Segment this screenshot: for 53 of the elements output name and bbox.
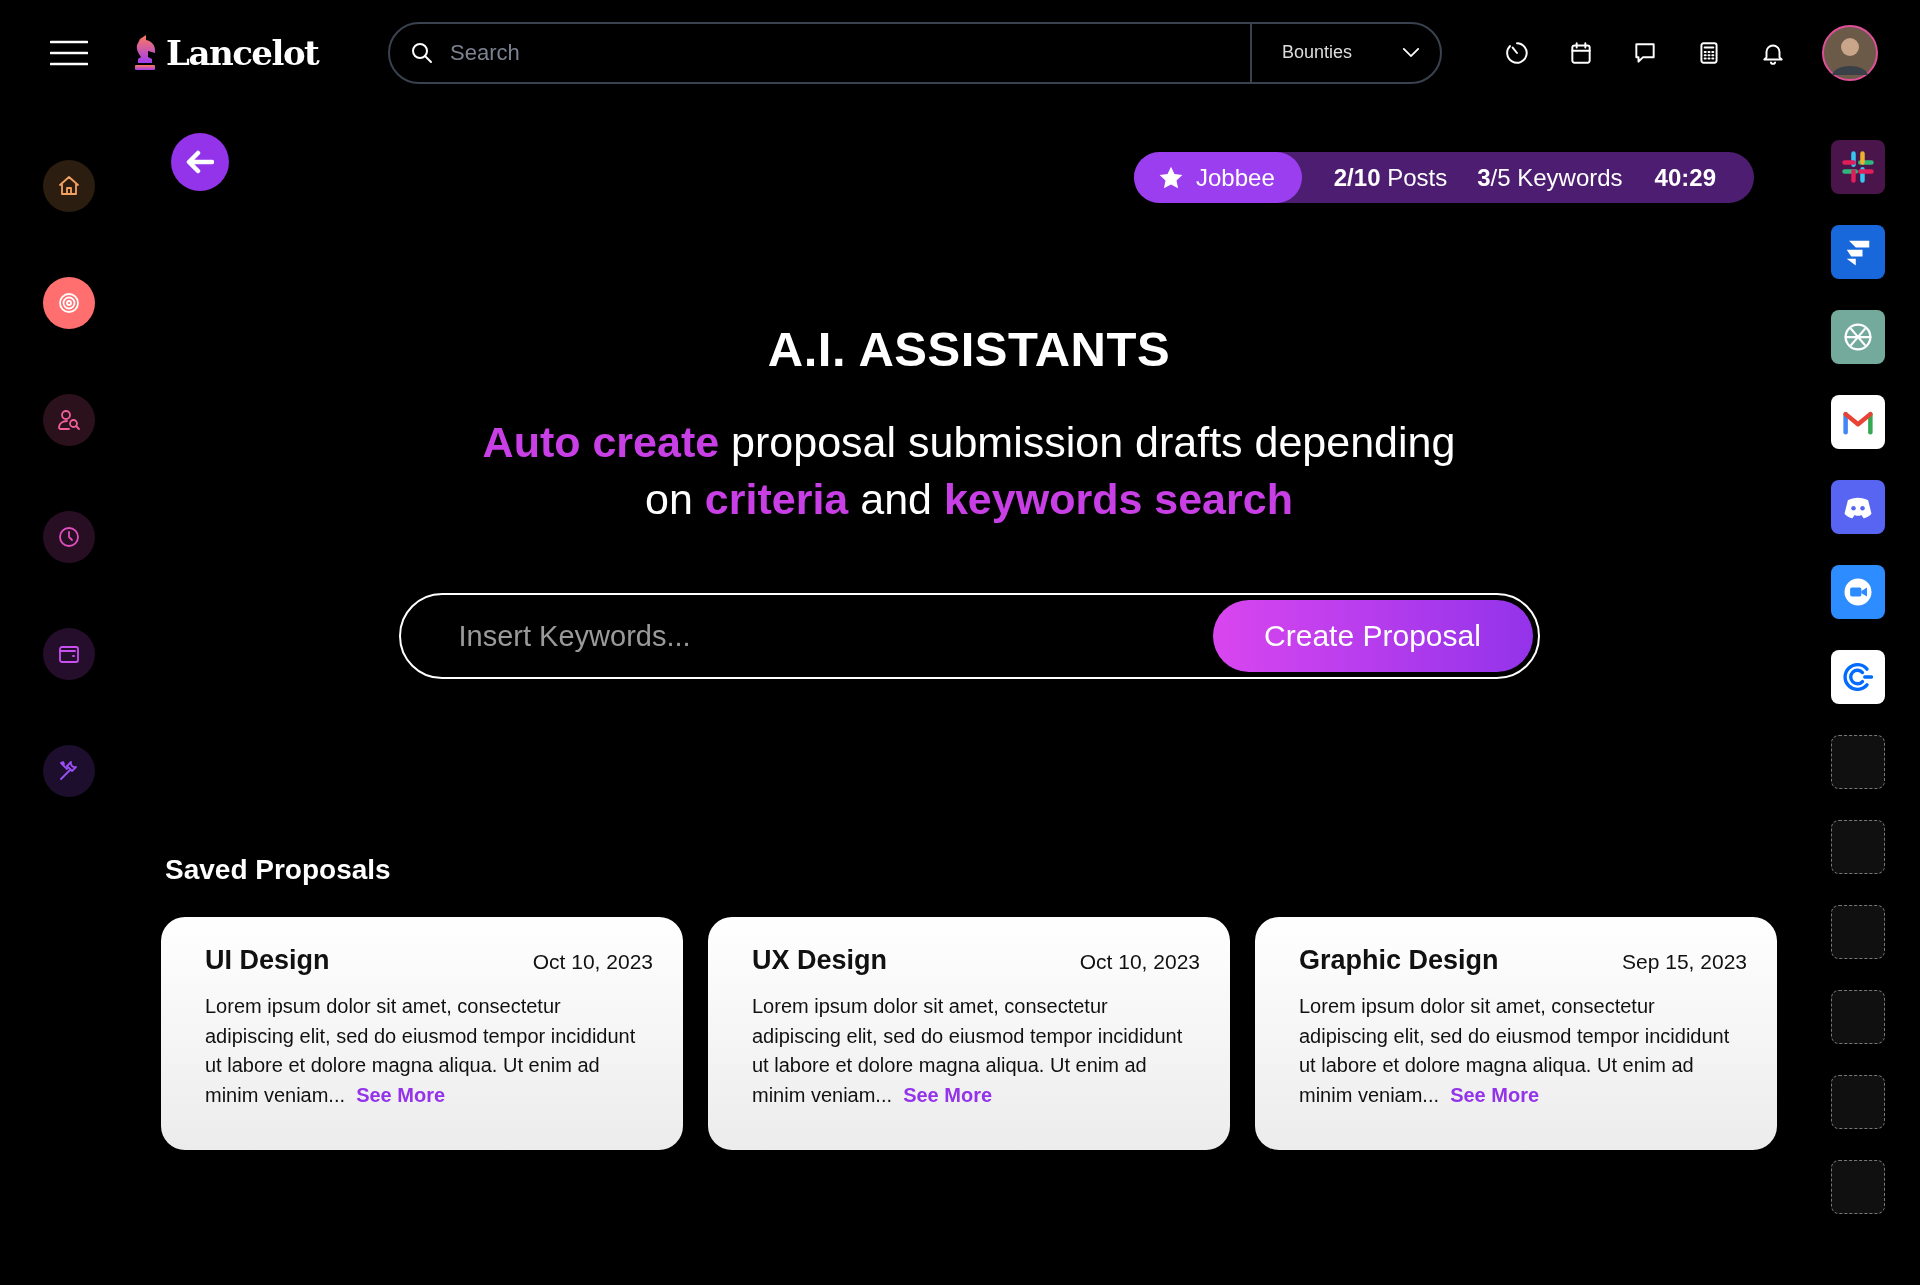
account-badge[interactable]: Jobbee (1134, 152, 1302, 203)
search-icon (410, 40, 434, 65)
chevron-down-icon (1402, 47, 1420, 58)
search-field[interactable]: Search Bounties (388, 21, 1442, 84)
proposal-title: UX Design (752, 945, 888, 976)
app-shortcut[interactable] (1831, 565, 1885, 619)
brand-name: Lancelot (166, 32, 319, 73)
proposal-excerpt: Lorem ipsum dolor sit amet, consectetur adipiscing elit, sed do eiusmod tempor incididunt ut labore et dolore magna aliqua. Ut enim ad minim veniam... See More (205, 994, 637, 1108)
empty-app-slot[interactable] (1831, 735, 1885, 789)
proposal-excerpt: Lorem ipsum dolor sit amet, consectetur adipiscing elit, sed do eiusmod tempor incididunt ut labore et dolore magna aliqua. Ut enim ad minim veniam... See More (752, 994, 1184, 1108)
see-more-link[interactable]: See More (903, 1083, 993, 1106)
create-proposal-button[interactable]: Create Proposal (1212, 600, 1533, 672)
keyword-field[interactable]: Insert Keywords... Create Proposal (398, 593, 1540, 679)
empty-app-slot[interactable] (1831, 905, 1885, 959)
back-button[interactable] (171, 133, 229, 191)
timer-icon[interactable] (1504, 39, 1530, 66)
see-more-link[interactable]: See More (1450, 1083, 1540, 1106)
section-heading: Saved Proposals (165, 854, 391, 886)
proposal-card[interactable]: UX Design Oct 10, 2023 Lorem ipsum dolor sit amet, consectetur adipiscing elit, sed do eiusmod tempor incididunt ut labore et dolore magna aliqua. Ut enim ad minim veniam... See More (708, 917, 1230, 1150)
sidebar-button[interactable] (43, 277, 95, 329)
usage-stat: 3/5 Keywords (1477, 163, 1623, 192)
hash-icon (1840, 149, 1876, 185)
proposal-date: Sep 15, 2023 (1622, 950, 1747, 974)
calendar-icon[interactable] (1568, 39, 1594, 66)
proposal-title: UI Design (205, 945, 330, 976)
proposal-date: Oct 10, 2023 (532, 950, 653, 974)
sidebar-button[interactable] (43, 160, 95, 212)
proposal-title: Graphic Design (1299, 945, 1499, 976)
app-shortcut[interactable] (1831, 140, 1885, 194)
target-icon (57, 291, 81, 315)
arrow-left-icon (186, 150, 214, 174)
proposal-excerpt: Lorem ipsum dolor sit amet, consectetur adipiscing elit, sed do eiusmod tempor incididunt ut labore et dolore magna aliqua. Ut enim ad minim veniam... See More (1299, 994, 1731, 1108)
usage-stat: 2/10 Posts (1333, 163, 1448, 192)
proposal-date: Oct 10, 2023 (1079, 950, 1200, 974)
avatar[interactable] (1822, 24, 1878, 81)
empty-app-slot[interactable] (1831, 1160, 1885, 1214)
app-shortcut[interactable] (1831, 480, 1885, 534)
see-more-link[interactable]: See More (356, 1083, 446, 1106)
proposal-card[interactable]: Graphic Design Sep 15, 2023 Lorem ipsum dolor sit amet, consectetur adipiscing elit, sed do eiusmod tempor incididunt ut labore et dolore magna aliqua. Ut enim ad minim veniam... See More (1255, 917, 1777, 1150)
countdown-timer: 40:29 (1654, 163, 1716, 192)
subtitle: Auto create proposal submission drafts depending on criteria and keywords search (482, 417, 1456, 525)
app-shortcut[interactable] (1831, 225, 1885, 279)
app-shortcut[interactable] (1831, 650, 1885, 704)
proposal-card[interactable]: UI Design Oct 10, 2023 Lorem ipsum dolor sit amet, consectetur adipiscing elit, sed do eiusmod tempor incididunt ut labore et dolore magna aliqua. Ut enim ad minim veniam... See More (161, 917, 683, 1150)
empty-app-slot[interactable] (1831, 1075, 1885, 1129)
sidebar-button[interactable] (43, 394, 95, 446)
app-shortcut[interactable] (1831, 310, 1885, 364)
category-dropdown[interactable]: Bounties (1250, 23, 1440, 82)
knight-logo-icon (132, 34, 158, 71)
page-title: A.I. ASSISTANTS (767, 321, 1171, 377)
menu-icon[interactable] (50, 39, 88, 66)
empty-app-slot[interactable] (1831, 990, 1885, 1044)
empty-app-slot[interactable] (1831, 820, 1885, 874)
